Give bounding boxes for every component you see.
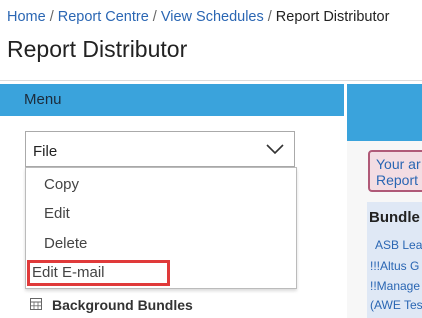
background-bundles-label: Background Bundles (52, 297, 193, 313)
notice-box: Your ar Report (368, 150, 422, 192)
menu-header: Menu (0, 84, 344, 116)
menu-title: Menu (24, 91, 62, 108)
breadcrumb-separator: / (152, 9, 157, 25)
breadcrumb-current: Report Distributor (275, 9, 390, 25)
breadcrumb-report-centre-link[interactable]: Report Centre (58, 9, 149, 25)
bundle-row-link[interactable]: (AWE Tes (370, 298, 422, 312)
breadcrumb-home-link[interactable]: Home (7, 9, 46, 25)
breadcrumb: Home / Report Centre / View Schedules / Report… (7, 9, 389, 25)
file-select[interactable]: File (25, 131, 295, 167)
breadcrumb-view-schedules-link[interactable]: View Schedules (161, 9, 264, 25)
bundle-list-panel: Bundle ASB Lea !!!Altus G !!Manage (AWE … (367, 202, 422, 318)
bundle-row-link[interactable]: !!Manage (370, 279, 420, 293)
file-select-value: File (33, 143, 58, 160)
header-divider (0, 80, 422, 81)
breadcrumb-separator: / (267, 9, 272, 25)
calendar-icon (30, 298, 42, 310)
breadcrumb-separator: / (49, 9, 54, 25)
bundle-row-link[interactable]: !!!Altus G (370, 259, 419, 273)
menu-item-copy[interactable]: Copy (44, 176, 79, 193)
bundle-row-link[interactable]: ASB Lea (375, 238, 422, 252)
bundle-column-header: Bundle (369, 209, 420, 226)
right-panel-header (347, 84, 422, 141)
notice-line-2: Report (376, 172, 419, 188)
menu-item-edit[interactable]: Edit (44, 205, 70, 222)
page-title: Report Distributor (7, 36, 188, 62)
notice-line-1: Your ar (376, 156, 421, 172)
chevron-down-icon (266, 144, 284, 155)
file-dropdown-menu: Copy Edit Delete Edit E-mail (25, 167, 297, 289)
menu-item-delete[interactable]: Delete (44, 235, 87, 252)
menu-item-edit-email[interactable]: Edit E-mail (32, 264, 105, 281)
